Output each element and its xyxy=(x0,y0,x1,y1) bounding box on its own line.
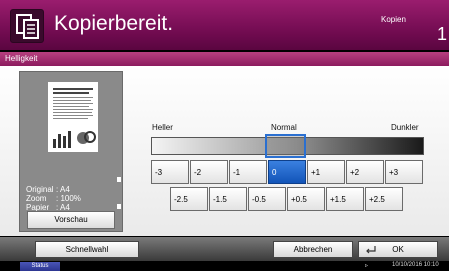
quick-setup-button[interactable]: Schnellwahl xyxy=(35,241,139,258)
ok-label: OK xyxy=(392,245,404,254)
brightness-button-0[interactable]: 0 xyxy=(268,160,306,184)
brightness-button-plus-2-5[interactable]: +2.5 xyxy=(365,187,403,211)
copy-icon xyxy=(10,9,44,43)
preview-button[interactable]: Vorschau xyxy=(27,211,115,229)
page-title: Kopierbereit. xyxy=(54,12,174,35)
info-original: Original: A4 xyxy=(26,185,70,194)
copies-count: 1 xyxy=(437,24,448,44)
status-bar xyxy=(0,261,449,271)
brightness-button-plus-1-5[interactable]: +1.5 xyxy=(326,187,364,211)
brightness-button-minus-2[interactable]: -2 xyxy=(190,160,228,184)
brightness-button-minus-2-5[interactable]: -2.5 xyxy=(170,187,208,211)
brightness-button-plus-1[interactable]: +1 xyxy=(307,160,345,184)
status-datetime: 10/10/2016 10:10 xyxy=(392,262,439,268)
brightness-button-plus-3[interactable]: +3 xyxy=(385,160,423,184)
cancel-button[interactable]: Abbrechen xyxy=(273,241,353,258)
copies-label: Kopien xyxy=(381,15,406,24)
scroll-marker-icon xyxy=(117,177,121,182)
section-bar: Helligkeit xyxy=(0,52,449,66)
ok-button[interactable]: OK xyxy=(358,241,438,258)
enter-icon xyxy=(366,246,376,254)
section-title: Helligkeit xyxy=(5,54,38,63)
normal-label: Normal xyxy=(271,123,297,132)
brightness-button-minus-1[interactable]: -1 xyxy=(229,160,267,184)
preview-thumbnail xyxy=(48,82,98,152)
scroll-marker-icon xyxy=(117,204,121,209)
status-button[interactable]: Status xyxy=(20,262,60,271)
lighter-label: Heller xyxy=(152,123,173,132)
brightness-button-plus-2[interactable]: +2 xyxy=(346,160,384,184)
brightness-button-plus-0-5[interactable]: +0.5 xyxy=(287,187,325,211)
info-zoom: Zoom: 100% xyxy=(26,194,81,203)
brightness-position-marker xyxy=(265,134,306,158)
darker-label: Dunkler xyxy=(391,123,419,132)
brightness-button-minus-1-5[interactable]: -1.5 xyxy=(209,187,247,211)
pointer-icon: ▹ xyxy=(365,263,369,269)
brightness-button-minus-0-5[interactable]: -0.5 xyxy=(248,187,286,211)
preview-info: Original: A4 Zoom: 100% Papier: A4 xyxy=(26,185,111,212)
preview-panel: Original: A4 Zoom: 100% Papier: A4 xyxy=(19,71,123,232)
brightness-button-minus-3[interactable]: -3 xyxy=(151,160,189,184)
